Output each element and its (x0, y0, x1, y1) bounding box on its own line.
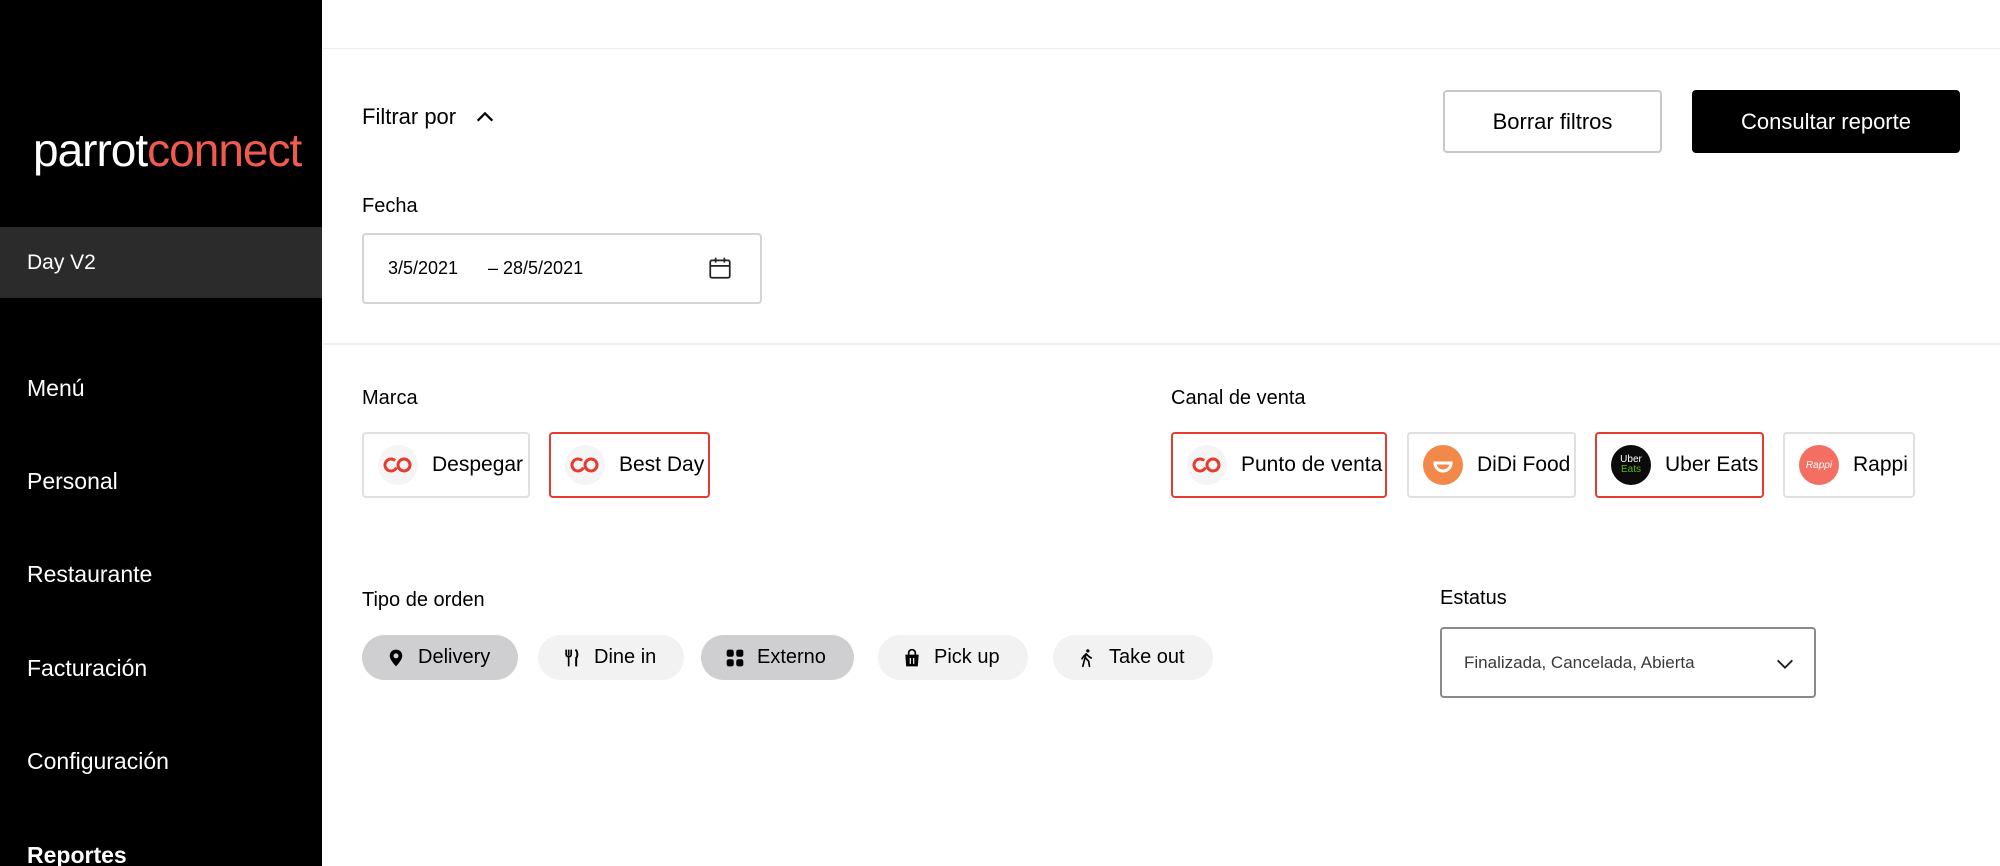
nav-item-personal[interactable]: Personal (27, 468, 118, 495)
calendar-icon[interactable] (707, 255, 733, 281)
rappi-logo-icon: Rappi (1799, 445, 1839, 485)
date-range-input[interactable]: 3/5/2021 – 28/5/2021 (362, 233, 762, 304)
order-type-label-text: Delivery (418, 646, 491, 668)
brand-chip-best-day[interactable]: Best Day (549, 432, 710, 498)
walking-person-icon (1081, 648, 1092, 667)
order-type-label-text: Dine in (594, 646, 657, 668)
nav-item-facturacion[interactable]: Facturación (27, 655, 147, 682)
fork-knife-icon (565, 648, 579, 666)
status-select-value: Finalizada, Cancelada, Abierta (1464, 652, 1695, 672)
order-type-label-text: Pick up (934, 646, 1000, 668)
nav-item-menu[interactable]: Menú (27, 375, 85, 402)
order-type-label-text: Externo (757, 646, 826, 668)
brand-label: Marca (362, 387, 418, 409)
consult-report-button[interactable]: Consultar reporte (1692, 90, 1960, 153)
grid-icon (726, 649, 744, 666)
sidebar: parrotconnect Day V2 Menú Personal Resta… (0, 0, 322, 866)
brand-chip-label: Best Day (619, 453, 705, 476)
nav-item-reportes[interactable]: Reportes (27, 842, 127, 866)
location-pin-icon (389, 649, 403, 666)
brand-chip-label: Despegar (432, 453, 524, 476)
section-divider (323, 343, 2000, 345)
channel-chip-label: DiDi Food (1477, 453, 1571, 476)
filter-toggle-label: Filtrar por (362, 104, 457, 129)
order-type-delivery[interactable]: Delivery (362, 635, 519, 680)
order-type-take-out[interactable]: Take out (1053, 635, 1213, 680)
header-divider (323, 48, 2000, 49)
clear-filters-button[interactable]: Borrar filtros (1443, 90, 1662, 153)
status-select[interactable]: Finalizada, Cancelada, Abierta (1440, 627, 1816, 698)
chevron-down-icon (1777, 659, 1793, 669)
uber-eats-logo-icon: Uber Eats (1611, 445, 1651, 485)
nav-item-restaurante[interactable]: Restaurante (27, 561, 152, 588)
channel-chip-label: Punto de venta (1241, 453, 1383, 476)
order-type-pick-up[interactable]: Pick up (878, 635, 1028, 680)
nav-item-configuracion[interactable]: Configuración (27, 748, 169, 775)
store-selector[interactable]: Day V2 (0, 227, 322, 298)
status-label: Estatus (1440, 587, 1507, 609)
channel-chip-didi-food[interactable]: DiDi Food (1407, 432, 1576, 498)
order-type-label-text: Take out (1109, 646, 1185, 668)
order-type-externo[interactable]: Externo (701, 635, 854, 680)
shopping-bag-icon (905, 648, 919, 666)
channel-chip-label: Rappi (1853, 453, 1908, 476)
didi-logo-icon (1423, 445, 1463, 485)
channel-chip-punto-de-venta[interactable]: Punto de venta (1171, 432, 1387, 498)
filter-toggle[interactable]: Filtrar por (362, 104, 496, 130)
date-label: Fecha (362, 195, 418, 217)
connect-logo-icon (378, 445, 418, 485)
order-type-dine-in[interactable]: Dine in (538, 635, 685, 680)
connect-logo-icon (1187, 445, 1227, 485)
parrotconnect-logo[interactable]: parrotconnect (33, 120, 302, 180)
channel-chip-uber-eats[interactable]: Uber Eats Uber Eats (1595, 432, 1764, 498)
date-end: – 28/5/2021 (488, 258, 584, 278)
channel-chip-label: Uber Eats (1665, 453, 1759, 476)
date-start: 3/5/2021 (388, 258, 459, 278)
order-type-label: Tipo de orden (362, 589, 485, 611)
chevron-up-icon (476, 111, 494, 122)
connect-logo-icon (565, 445, 605, 485)
brand-chip-despegar[interactable]: Despegar (362, 432, 530, 498)
channel-chip-rappi[interactable]: Rappi Rappi (1783, 432, 1915, 498)
channel-label: Canal de venta (1171, 387, 1306, 409)
